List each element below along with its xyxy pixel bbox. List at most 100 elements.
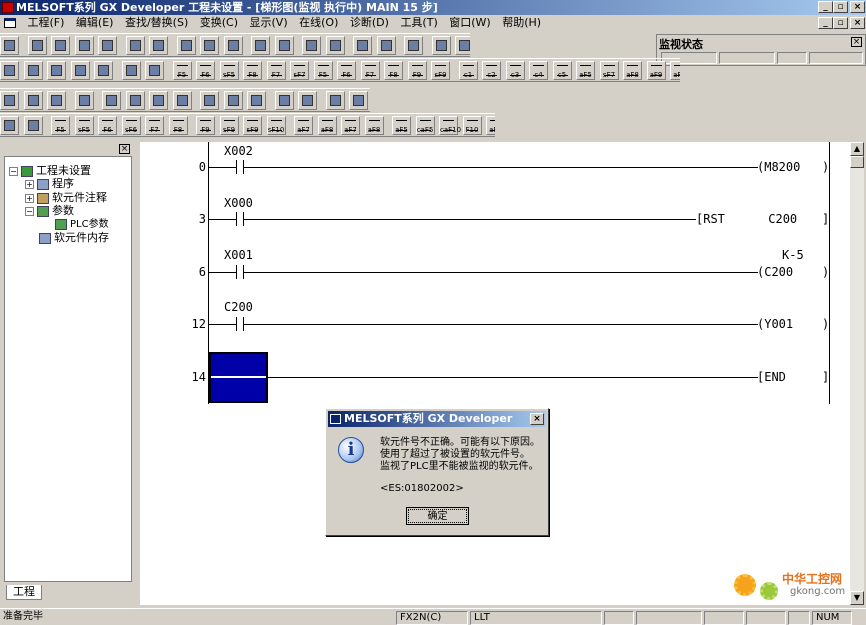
- collapse-icon[interactable]: −: [25, 206, 34, 216]
- fkey-button[interactable]: sF9: [219, 116, 239, 135]
- fkey-button[interactable]: F9: [196, 116, 215, 135]
- toolbar-button[interactable]: [0, 91, 19, 110]
- close-button[interactable]: ×: [850, 1, 865, 13]
- fkey-button[interactable]: aF8: [364, 116, 384, 135]
- toolbar-button[interactable]: [298, 91, 317, 110]
- fkey-button[interactable]: c3: [505, 61, 525, 80]
- fkey-button[interactable]: c5: [552, 61, 572, 80]
- ladder-cursor[interactable]: [209, 352, 268, 403]
- toolbar-button[interactable]: [94, 61, 113, 80]
- fkey-button[interactable]: sF7: [290, 61, 309, 80]
- fkey-button[interactable]: F5: [313, 61, 333, 80]
- expand-icon[interactable]: +: [25, 193, 34, 203]
- toolbar-button[interactable]: [98, 36, 117, 55]
- toolbar-button[interactable]: [125, 36, 145, 55]
- toolbar-button[interactable]: [23, 61, 43, 80]
- toolbar-button[interactable]: [223, 36, 243, 55]
- tab-project[interactable]: 工程: [6, 585, 42, 600]
- scroll-down-icon[interactable]: ▼: [850, 591, 864, 605]
- tree-item-device-comment[interactable]: + 软元件注释: [25, 191, 107, 204]
- fkey-button[interactable]: aF9: [486, 116, 495, 135]
- doc-minimize-button[interactable]: _: [818, 17, 833, 29]
- fkey-button[interactable]: F7: [360, 61, 380, 80]
- menu-find-replace[interactable]: 查找/替换(S): [121, 15, 192, 31]
- tree-item-parameter[interactable]: − 参数: [25, 204, 74, 217]
- toolbar-button[interactable]: [125, 91, 145, 110]
- collapse-icon[interactable]: −: [9, 166, 18, 176]
- fkey-button[interactable]: sF6: [121, 116, 141, 135]
- fkey-button[interactable]: caF5: [415, 116, 435, 135]
- doc-restore-button[interactable]: ▫: [833, 17, 848, 29]
- toolbar-button[interactable]: [404, 36, 423, 55]
- toolbar-button[interactable]: [431, 36, 451, 55]
- fkey-button[interactable]: aF5: [576, 61, 595, 80]
- fkey-button[interactable]: aF8: [623, 61, 642, 80]
- fkey-button[interactable]: aF7: [294, 116, 313, 135]
- toolbar-button[interactable]: [0, 36, 19, 55]
- toolbar-button[interactable]: [274, 36, 294, 55]
- toolbar-button[interactable]: [121, 61, 141, 80]
- scroll-up-icon[interactable]: ▲: [850, 142, 864, 156]
- tree-item-program[interactable]: + 程序: [25, 177, 74, 190]
- fkey-button[interactable]: aF8: [317, 116, 337, 135]
- monitor-close-icon[interactable]: ×: [851, 37, 862, 47]
- menu-window[interactable]: 窗口(W): [445, 15, 494, 31]
- toolbar-button[interactable]: [27, 36, 47, 55]
- fkey-button[interactable]: sF5: [219, 61, 239, 80]
- tree-item-root[interactable]: − 工程未设置: [9, 164, 91, 177]
- toolbar-button[interactable]: [200, 36, 219, 55]
- toolbar-button[interactable]: [74, 36, 94, 55]
- ok-button[interactable]: 确定: [406, 507, 469, 525]
- toolbar-button[interactable]: [455, 36, 470, 55]
- fkey-button[interactable]: sF10: [266, 116, 286, 135]
- toolbar-button[interactable]: [0, 116, 19, 135]
- fkey-button[interactable]: F5: [51, 116, 70, 135]
- toolbar-button[interactable]: [47, 91, 66, 110]
- toolbar-button[interactable]: [23, 91, 43, 110]
- toolbar-button[interactable]: [247, 91, 266, 110]
- fkey-button[interactable]: F7: [145, 116, 164, 135]
- toolbar-button[interactable]: [51, 36, 70, 55]
- toolbar-button[interactable]: [251, 36, 270, 55]
- menu-help[interactable]: 帮助(H): [498, 15, 545, 31]
- toolbar-button[interactable]: [176, 36, 196, 55]
- app-icon[interactable]: [2, 2, 14, 13]
- fkey-button[interactable]: F10: [462, 116, 482, 135]
- menu-convert[interactable]: 变换(C): [196, 15, 242, 31]
- restore-button[interactable]: ▫: [833, 1, 848, 13]
- toolbar-button[interactable]: [70, 61, 90, 80]
- toolbar-button[interactable]: [172, 91, 192, 110]
- toolbar-button[interactable]: [353, 36, 372, 55]
- fkey-button[interactable]: aF0: [670, 61, 680, 80]
- menu-view[interactable]: 显示(V): [246, 15, 292, 31]
- fkey-button[interactable]: c4: [529, 61, 548, 80]
- fkey-button[interactable]: sF5: [74, 116, 94, 135]
- menu-diagnostics[interactable]: 诊断(D): [346, 15, 393, 31]
- toolbar-button[interactable]: [200, 91, 219, 110]
- fkey-button[interactable]: F7: [266, 61, 286, 80]
- menu-edit[interactable]: 编辑(E): [72, 15, 118, 31]
- toolbar-button[interactable]: [223, 91, 243, 110]
- menu-online[interactable]: 在线(O): [295, 15, 342, 31]
- toolbar-button[interactable]: [74, 91, 94, 110]
- doc-close-button[interactable]: ×: [850, 17, 865, 29]
- toolbar-button[interactable]: [376, 36, 396, 55]
- vertical-scrollbar[interactable]: ▲ ▼: [850, 142, 864, 605]
- tree-close-icon[interactable]: ×: [119, 144, 130, 154]
- toolbar-button[interactable]: [102, 91, 121, 110]
- toolbar-button[interactable]: [23, 116, 43, 135]
- fkey-button[interactable]: caF10: [439, 116, 461, 135]
- fkey-button[interactable]: sF9: [431, 61, 450, 80]
- toolbar-button[interactable]: [149, 91, 168, 110]
- toolbar-button[interactable]: [349, 91, 368, 110]
- fkey-button[interactable]: sF9: [243, 116, 262, 135]
- toolbar-button[interactable]: [325, 36, 345, 55]
- minimize-button[interactable]: _: [818, 1, 833, 13]
- fkey-button[interactable]: aF9: [646, 61, 666, 80]
- fkey-button[interactable]: F8: [243, 61, 262, 80]
- fkey-button[interactable]: F8: [384, 61, 403, 80]
- toolbar-button[interactable]: [0, 61, 19, 80]
- toolbar-button[interactable]: [325, 91, 345, 110]
- toolbar-button[interactable]: [302, 36, 321, 55]
- fkey-button[interactable]: F8: [168, 116, 188, 135]
